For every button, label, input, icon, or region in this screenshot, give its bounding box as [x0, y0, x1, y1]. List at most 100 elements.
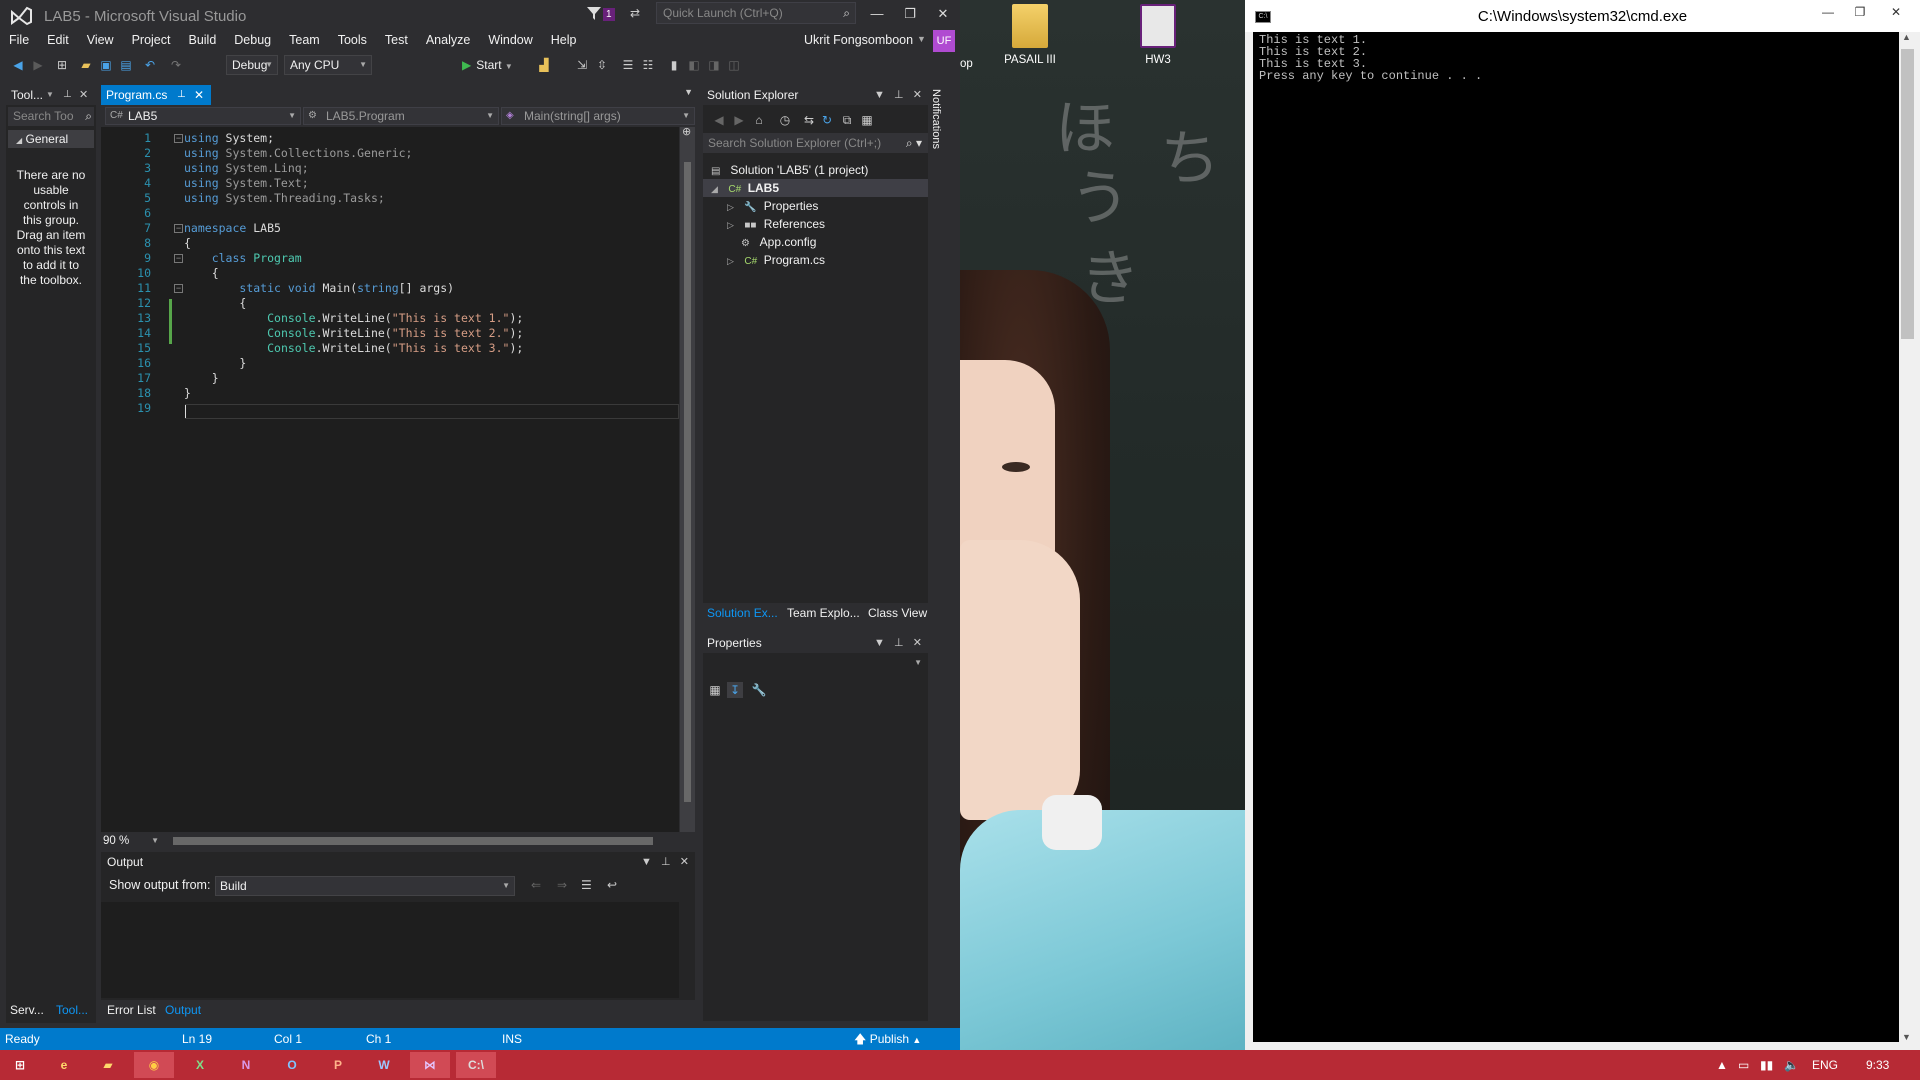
properties-object-select[interactable]: ▼ [703, 655, 928, 675]
console-output[interactable]: This is text 1. This is text 2. This is … [1253, 32, 1899, 1042]
solution-search-input[interactable]: Search Solution Explorer (Ctrl+;) ⌕ ▾ [703, 133, 928, 153]
menu-test[interactable]: Test [376, 30, 417, 50]
menu-view[interactable]: View [78, 30, 123, 50]
collapse-triangle-icon[interactable]: ◢ [711, 180, 725, 198]
refresh-icon[interactable]: ↻ [819, 112, 835, 128]
member-dropdown[interactable]: ◈ Main(string[] args) ▼ [501, 107, 695, 125]
file-explorer-icon[interactable]: ▰ [88, 1052, 128, 1078]
panel-controls[interactable]: ▼ ⊥ ✕ [874, 85, 922, 105]
show-all-files-icon[interactable]: ▦ [859, 112, 875, 128]
history-icon[interactable]: ◷ [777, 112, 793, 128]
desktop-icon-partial[interactable]: op [960, 58, 973, 70]
menu-help[interactable]: Help [542, 30, 586, 50]
chevron-down-icon[interactable]: ▼ [46, 85, 54, 105]
browse-icon[interactable]: ▟ [536, 57, 552, 73]
toolbox-search-input[interactable]: Search Too ⌕ [8, 107, 94, 126]
menu-file[interactable]: File [0, 30, 38, 50]
tab-solution-explorer[interactable]: Solution Ex... [707, 606, 778, 620]
collapse-icon[interactable]: − [174, 224, 183, 233]
desktop-icon-pasail[interactable]: PASAIL III [998, 4, 1062, 66]
word-icon[interactable]: W [364, 1052, 404, 1078]
zoom-select[interactable]: 90 % ▼ [103, 833, 161, 849]
solution-explorer-header[interactable]: Solution Explorer ▼ ⊥ ✕ [703, 85, 928, 105]
collapse-icon[interactable]: − [174, 134, 183, 143]
cmd-vertical-scrollbar[interactable]: ▲ ▼ [1899, 32, 1916, 1042]
clear-all-icon[interactable]: ☰ [581, 878, 592, 892]
go-to-next-icon[interactable]: ⇒ [557, 878, 567, 892]
tree-properties[interactable]: ▷ 🔧 Properties [727, 197, 818, 215]
close-icon[interactable]: ✕ [79, 85, 88, 105]
clear-bookmarks-icon[interactable]: ◫ [726, 57, 742, 73]
panel-controls[interactable]: ▼ ⊥ ✕ [641, 852, 689, 872]
start-button[interactable]: ⊞ [0, 1052, 40, 1078]
vs-title-bar[interactable]: LAB5 - Microsoft Visual Studio 1 ⇄ Quick… [0, 0, 960, 32]
collapse-all-icon[interactable]: ⧉ [839, 112, 855, 128]
menu-edit[interactable]: Edit [38, 30, 78, 50]
action-center-icon[interactable]: ▭ [1738, 1050, 1749, 1080]
tree-project-lab5[interactable]: ◢ C# LAB5 [703, 179, 928, 197]
tree-references[interactable]: ▷ ■■ References [727, 215, 825, 233]
output-header[interactable]: Output ▼ ⊥ ✕ [101, 852, 695, 872]
tray-overflow-icon[interactable]: ▲ [1716, 1050, 1728, 1080]
minimize-button[interactable]: — [1813, 2, 1843, 22]
tab-overflow-icon[interactable]: ▼ [684, 87, 693, 97]
chevron-down-icon[interactable]: ▼ [917, 34, 926, 44]
output-text-area[interactable] [101, 902, 679, 998]
property-pages-icon[interactable]: 🔧 [751, 682, 767, 698]
close-button[interactable]: ✕ [1881, 2, 1911, 22]
tab-program-cs[interactable]: Program.cs ⊥ ✕ [101, 85, 211, 105]
next-bookmark-icon[interactable]: ◨ [706, 57, 722, 73]
tab-error-list[interactable]: Error List [107, 1003, 156, 1017]
scrollbar-thumb[interactable] [1901, 49, 1914, 339]
notifications-tab[interactable]: Notifications [930, 85, 952, 160]
tree-app-config[interactable]: ⚙ App.config [741, 233, 816, 251]
new-project-icon[interactable]: ⊞ [54, 57, 70, 73]
volume-icon[interactable]: 🔈 [1784, 1050, 1799, 1080]
forward-icon[interactable]: ▶ [731, 112, 747, 128]
account-name[interactable]: Ukrit Fongsomboon [804, 33, 913, 47]
expand-triangle-icon[interactable]: ▷ [727, 216, 741, 234]
go-to-previous-icon[interactable]: ⇐ [531, 878, 541, 892]
menu-team[interactable]: Team [280, 30, 329, 50]
sync-icon[interactable]: ⇆ [801, 112, 817, 128]
redo-icon[interactable]: ↷ [168, 57, 184, 73]
comment-out-icon[interactable]: ☰ [620, 57, 636, 73]
avatar[interactable]: UF [933, 30, 955, 52]
expand-triangle-icon[interactable]: ▷ [727, 252, 741, 270]
panel-controls[interactable]: ▼ ⊥ ✕ [874, 633, 922, 653]
back-icon[interactable]: ◀ [711, 112, 727, 128]
toolbox-group-general[interactable]: ◢ General [8, 130, 94, 148]
alphabetical-icon[interactable]: ↧ [727, 682, 743, 698]
maximize-button[interactable]: ❐ [895, 4, 925, 24]
minimize-button[interactable]: — [862, 4, 892, 24]
maximize-button[interactable]: ❐ [1845, 2, 1875, 22]
step-over-icon[interactable]: ⇳ [594, 57, 610, 73]
menu-project[interactable]: Project [123, 30, 180, 50]
word-wrap-icon[interactable]: ↩ [607, 878, 617, 892]
project-dropdown[interactable]: C# LAB5 ▼ [105, 107, 301, 125]
quick-launch-input[interactable]: Quick Launch (Ctrl+Q) ⌕ [656, 2, 856, 24]
home-icon[interactable]: ⌂ [751, 112, 767, 128]
clock[interactable]: 9:33 [1866, 1050, 1889, 1080]
tree-solution[interactable]: ▤ Solution 'LAB5' (1 project) [711, 161, 868, 179]
code-editor[interactable]: 1 2 3 4 5 6 7 8 9 10 11 12 13 14 15 16 1… [101, 127, 679, 832]
editor-vertical-scrollbar[interactable]: ⊕ [680, 126, 695, 832]
pin-icon[interactable]: ⊥ [63, 85, 72, 105]
open-file-icon[interactable]: ▰ [78, 57, 94, 73]
menu-window[interactable]: Window [479, 30, 541, 50]
collapse-icon[interactable]: − [174, 254, 183, 263]
cmd-title-bar[interactable]: C:\ C:\Windows\system32\cmd.exe — ❐ ✕ [1245, 0, 1920, 32]
class-dropdown[interactable]: ⚙ LAB5.Program ▼ [303, 107, 499, 125]
categorized-icon[interactable]: ▦ [707, 682, 723, 698]
collapse-icon[interactable]: − [174, 284, 183, 293]
start-debugging-button[interactable]: ▶ Start ▼ [462, 55, 513, 75]
cmd-taskbar-icon[interactable]: C:\ [456, 1052, 496, 1078]
pin-icon[interactable]: ⊥ [177, 85, 186, 105]
solution-configuration-select[interactable]: Debug ▼ [226, 55, 278, 75]
scroll-down-icon[interactable]: ▼ [1902, 1032, 1911, 1042]
outlook-icon[interactable]: O [272, 1052, 312, 1078]
menu-build[interactable]: Build [179, 30, 225, 50]
desktop-icon-hw3[interactable]: HW3 [1126, 4, 1190, 66]
network-icon[interactable]: ▮▮ [1760, 1050, 1773, 1080]
publish-button[interactable]: 🡅 Publish ▲ [854, 1028, 921, 1050]
